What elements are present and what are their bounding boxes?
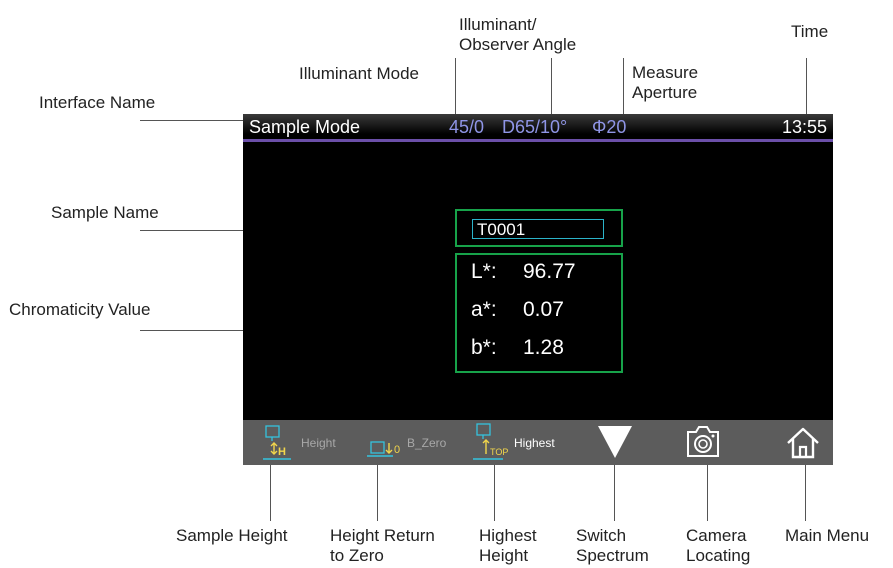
a-star-row: a*: 0.07 xyxy=(471,297,564,323)
height-label: Height xyxy=(301,436,336,450)
callout-camera-locating-line2: Locating xyxy=(686,546,751,565)
main-menu-button[interactable] xyxy=(783,420,823,465)
callout-camera-locating-line1: Camera xyxy=(686,526,747,545)
b-star-value: 1.28 xyxy=(523,336,564,359)
status-bar: Sample Mode 45/0 D65/10° Φ20 13:55 xyxy=(243,114,833,142)
camera-locating-button[interactable] xyxy=(683,420,723,465)
leader-line-illuminant-observer xyxy=(551,58,552,118)
zero-icon-digit: 0 xyxy=(394,444,400,456)
callout-height-return-line1: Height Return xyxy=(330,526,435,545)
sample-name-field[interactable]: T0001 xyxy=(472,219,604,239)
sample-name-panel: T0001 xyxy=(455,209,623,247)
callout-switch-spectrum-line1: Switch xyxy=(576,526,627,545)
callout-measure-aperture-line1: Measure xyxy=(632,63,699,82)
b-star-label: b*: xyxy=(471,336,497,359)
callout-chromaticity-value: Chromaticity Value xyxy=(9,300,151,319)
bottom-toolbar: H Height 0 B_Zero TOP Highest xyxy=(243,420,833,465)
interface-name: Sample Mode xyxy=(249,117,361,137)
height-return-zero-button[interactable]: 0 B_Zero xyxy=(367,420,459,465)
a-star-value: 0.07 xyxy=(523,298,564,321)
leader-line-camera-locating xyxy=(707,460,708,521)
leader-line-main-menu xyxy=(805,460,806,521)
leader-line-sample-height xyxy=(270,460,271,521)
leader-line-measure-aperture xyxy=(623,58,624,118)
callout-main-menu: Main Menu xyxy=(785,526,870,545)
callout-sample-height: Sample Height xyxy=(176,526,288,545)
callout-illuminant-mode: Illuminant Mode xyxy=(299,64,420,83)
highest-height-icon: TOP xyxy=(473,423,508,460)
callout-illuminant-observer-line1: Illuminant/ xyxy=(459,15,537,34)
highest-height-button[interactable]: TOP Highest xyxy=(473,420,573,465)
home-icon xyxy=(787,427,819,459)
l-star-row: L*: 96.77 xyxy=(471,259,576,285)
chromaticity-panel: L*: 96.77 a*: 0.07 b*: 1.28 xyxy=(455,253,623,373)
device-screen: Sample Mode 45/0 D65/10° Φ20 13:55 T0001… xyxy=(243,114,833,465)
illuminant-mode: 45/0 xyxy=(449,117,485,137)
l-star-value: 96.77 xyxy=(523,260,576,283)
callout-height-return-line2: to Zero xyxy=(330,546,384,565)
callout-switch-spectrum-line2: Spectrum xyxy=(576,546,649,565)
bzero-label: B_Zero xyxy=(407,436,447,450)
clock-time: 13:55 xyxy=(781,117,827,137)
measure-aperture: Φ20 xyxy=(592,117,627,137)
triangle-down-icon xyxy=(598,426,632,458)
leader-line-height-return xyxy=(377,460,378,521)
highest-label: Highest xyxy=(514,436,555,450)
height-icon-letter: H xyxy=(278,446,286,458)
callout-time: Time xyxy=(791,22,829,41)
illuminant-observer-angle: D65/10° xyxy=(502,117,568,137)
a-star-label: a*: xyxy=(471,298,497,321)
height-zero-icon: 0 xyxy=(367,441,400,457)
top-icon-text: TOP xyxy=(490,447,508,457)
camera-icon xyxy=(687,426,719,457)
switch-spectrum-button[interactable] xyxy=(595,420,635,465)
callout-measure-aperture-line2: Aperture xyxy=(632,83,698,102)
callout-highest-height-line1: Highest xyxy=(479,526,537,545)
callout-highest-height-line2: Height xyxy=(479,546,529,565)
sample-height-button[interactable]: H Height xyxy=(263,420,353,465)
leader-line-interface-name xyxy=(140,120,248,121)
leader-line-switch-spectrum xyxy=(614,460,615,521)
l-star-label: L*: xyxy=(471,260,497,283)
callout-illuminant-observer-line2: Observer Angle xyxy=(459,35,577,54)
leader-line-highest-height xyxy=(494,460,495,521)
leader-line-time xyxy=(806,58,807,118)
leader-line-illuminant-mode xyxy=(455,58,456,118)
callout-sample-name: Sample Name xyxy=(51,203,159,222)
sample-height-icon: H xyxy=(263,425,291,460)
b-star-row: b*: 1.28 xyxy=(471,335,564,361)
callout-interface-name: Interface Name xyxy=(39,93,156,112)
